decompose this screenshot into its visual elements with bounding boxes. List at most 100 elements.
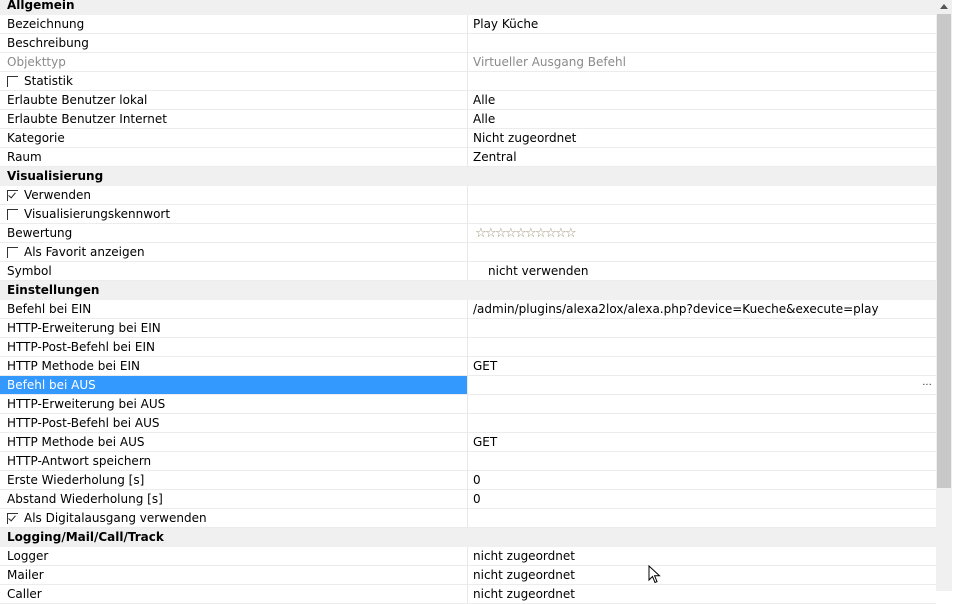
star-icon[interactable]: ☆ — [525, 225, 537, 242]
property-name[interactable]: Als Favorit anzeigen — [0, 243, 468, 261]
browse-ellipsis-button[interactable]: ... — [920, 378, 934, 392]
property-value[interactable] — [468, 395, 936, 413]
property-row-raum[interactable]: Raum Zentral — [0, 148, 936, 167]
property-value[interactable]: GET — [468, 433, 936, 451]
property-value[interactable] — [468, 72, 936, 90]
property-value[interactable] — [468, 205, 936, 223]
vertical-scrollbar[interactable] — [936, 0, 952, 591]
star-icon[interactable]: ☆ — [545, 225, 557, 242]
property-row-kategorie[interactable]: Kategorie Nicht zugeordnet — [0, 129, 936, 148]
property-name[interactable]: Als Digitalausgang verwenden — [0, 509, 468, 527]
property-name[interactable]: Visualisierungskennwort — [0, 205, 468, 223]
property-row-http-post-befehl-bei-aus[interactable]: HTTP-Post-Befehl bei AUS — [0, 414, 936, 433]
star-icon[interactable]: ☆ — [485, 225, 497, 242]
property-row-abstand-wiederholung-s[interactable]: Abstand Wiederholung [s] 0 — [0, 490, 936, 509]
checkbox-checked[interactable] — [7, 513, 18, 524]
property-value[interactable]: nicht zugeordnet — [468, 547, 936, 565]
section-header-allgemein[interactable]: Allgemein — [0, 0, 936, 15]
property-row-erlaubte-benutzer-lokal[interactable]: Erlaubte Benutzer lokal Alle — [0, 91, 936, 110]
property-row-symbol[interactable]: Symbol nicht verwenden — [0, 262, 936, 281]
property-row-logger[interactable]: Logger nicht zugeordnet — [0, 547, 936, 566]
property-value-text: 0 — [473, 473, 481, 487]
property-value[interactable]: nicht zugeordnet — [468, 566, 936, 584]
property-value[interactable] — [468, 452, 936, 470]
property-row-http-erweiterung-bei-aus[interactable]: HTTP-Erweiterung bei AUS — [0, 395, 936, 414]
property-row-statistik[interactable]: Statistik — [0, 72, 936, 91]
property-value[interactable]: Virtueller Ausgang Befehl — [468, 53, 936, 71]
property-value-text: nicht zugeordnet — [473, 568, 575, 582]
property-value[interactable] — [468, 319, 936, 337]
property-row-mailer[interactable]: Mailer nicht zugeordnet — [0, 566, 936, 585]
property-row-http-methode-bei-ein[interactable]: HTTP Methode bei EIN GET — [0, 357, 936, 376]
star-icon[interactable]: ☆ — [505, 225, 517, 242]
scroll-thumb[interactable] — [937, 14, 951, 488]
property-value[interactable]: nicht zugeordnet — [468, 585, 936, 603]
property-value[interactable]: Play Küche — [468, 15, 936, 33]
property-label: HTTP-Antwort speichern — [7, 454, 152, 468]
star-icon[interactable]: ☆ — [515, 225, 527, 242]
property-row-http-erweiterung-bei-ein[interactable]: HTTP-Erweiterung bei EIN — [0, 319, 936, 338]
property-row-http-methode-bei-aus[interactable]: HTTP Methode bei AUS GET — [0, 433, 936, 452]
section-header-einstellungen[interactable]: Einstellungen — [0, 281, 936, 300]
property-name: Logger — [0, 547, 468, 565]
property-value[interactable]: Nicht zugeordnet — [468, 129, 936, 147]
rating-stars[interactable]: ☆☆☆☆☆☆☆☆☆☆ — [473, 225, 577, 242]
property-value[interactable]: ... — [468, 376, 936, 394]
star-icon[interactable]: ☆ — [535, 225, 547, 242]
checkbox-checked[interactable] — [7, 190, 18, 201]
property-row-erste-wiederholung-s[interactable]: Erste Wiederholung [s] 0 — [0, 471, 936, 490]
property-value[interactable] — [468, 338, 936, 356]
property-value[interactable]: Alle — [468, 91, 936, 109]
property-name: Bewertung — [0, 224, 468, 242]
star-icon[interactable]: ☆ — [565, 225, 577, 242]
property-row-visualisierungskennwort[interactable]: Visualisierungskennwort — [0, 205, 936, 224]
property-value[interactable]: 0 — [468, 471, 936, 489]
section-header-logging-mail-call-track[interactable]: Logging/Mail/Call/Track — [0, 528, 936, 547]
section-header-visualisierung[interactable]: Visualisierung — [0, 167, 936, 186]
property-row-http-post-befehl-bei-ein[interactable]: HTTP-Post-Befehl bei EIN — [0, 338, 936, 357]
property-value[interactable]: Zentral — [468, 148, 936, 166]
property-row-als-favorit-anzeigen[interactable]: Als Favorit anzeigen — [0, 243, 936, 262]
property-value[interactable] — [468, 243, 936, 261]
star-icon[interactable]: ☆ — [555, 225, 567, 242]
property-row-erlaubte-benutzer-internet[interactable]: Erlaubte Benutzer Internet Alle — [0, 110, 936, 129]
property-name: HTTP-Post-Befehl bei AUS — [0, 414, 468, 432]
property-label: Befehl bei EIN — [7, 302, 92, 316]
property-row-befehl-bei-aus[interactable]: Befehl bei AUS... — [0, 376, 936, 395]
property-row-bezeichnung[interactable]: Bezeichnung Play Küche — [0, 15, 936, 34]
property-value[interactable] — [468, 34, 936, 52]
star-icon[interactable]: ☆ — [495, 225, 507, 242]
property-row-caller[interactable]: Caller nicht zugeordnet — [0, 585, 936, 604]
property-name: HTTP-Post-Befehl bei EIN — [0, 338, 468, 356]
property-value[interactable]: GET — [468, 357, 936, 375]
checkbox-unchecked[interactable] — [7, 76, 18, 87]
property-value[interactable]: ☆☆☆☆☆☆☆☆☆☆ — [468, 224, 936, 242]
section-title: Einstellungen — [7, 283, 100, 297]
property-value[interactable]: Alle — [468, 110, 936, 128]
property-value[interactable] — [468, 414, 936, 432]
property-row-beschreibung[interactable]: Beschreibung — [0, 34, 936, 53]
property-name: Bezeichnung — [0, 15, 468, 33]
property-value[interactable]: 0 — [468, 490, 936, 508]
property-value[interactable]: nicht verwenden — [468, 262, 936, 280]
star-icon[interactable]: ☆ — [475, 225, 487, 242]
property-name[interactable]: Statistik — [0, 72, 468, 90]
checkbox-unchecked[interactable] — [7, 209, 18, 220]
property-row-bewertung[interactable]: Bewertung ☆☆☆☆☆☆☆☆☆☆ — [0, 224, 936, 243]
property-row-befehl-bei-ein[interactable]: Befehl bei EIN/admin/plugins/alexa2lox/a… — [0, 300, 936, 319]
property-value[interactable] — [468, 186, 936, 204]
property-row-objekttyp[interactable]: Objekttyp Virtueller Ausgang Befehl — [0, 53, 936, 72]
property-value-text: Zentral — [473, 150, 517, 164]
property-row-als-digitalausgang-verwenden[interactable]: Als Digitalausgang verwenden — [0, 509, 936, 528]
property-name: Kategorie — [0, 129, 468, 147]
checkbox-unchecked[interactable] — [7, 247, 18, 258]
property-row-verwenden[interactable]: Verwenden — [0, 186, 936, 205]
property-row-http-antwort-speichern[interactable]: HTTP-Antwort speichern — [0, 452, 936, 471]
property-value[interactable]: /admin/plugins/alexa2lox/alexa.php?devic… — [468, 300, 936, 318]
property-value[interactable] — [468, 509, 936, 527]
scroll-up-arrow-icon[interactable] — [936, 0, 952, 14]
property-name[interactable]: Verwenden — [0, 186, 468, 204]
property-value-text: Nicht zugeordnet — [473, 131, 577, 145]
property-label: Bewertung — [7, 226, 73, 240]
